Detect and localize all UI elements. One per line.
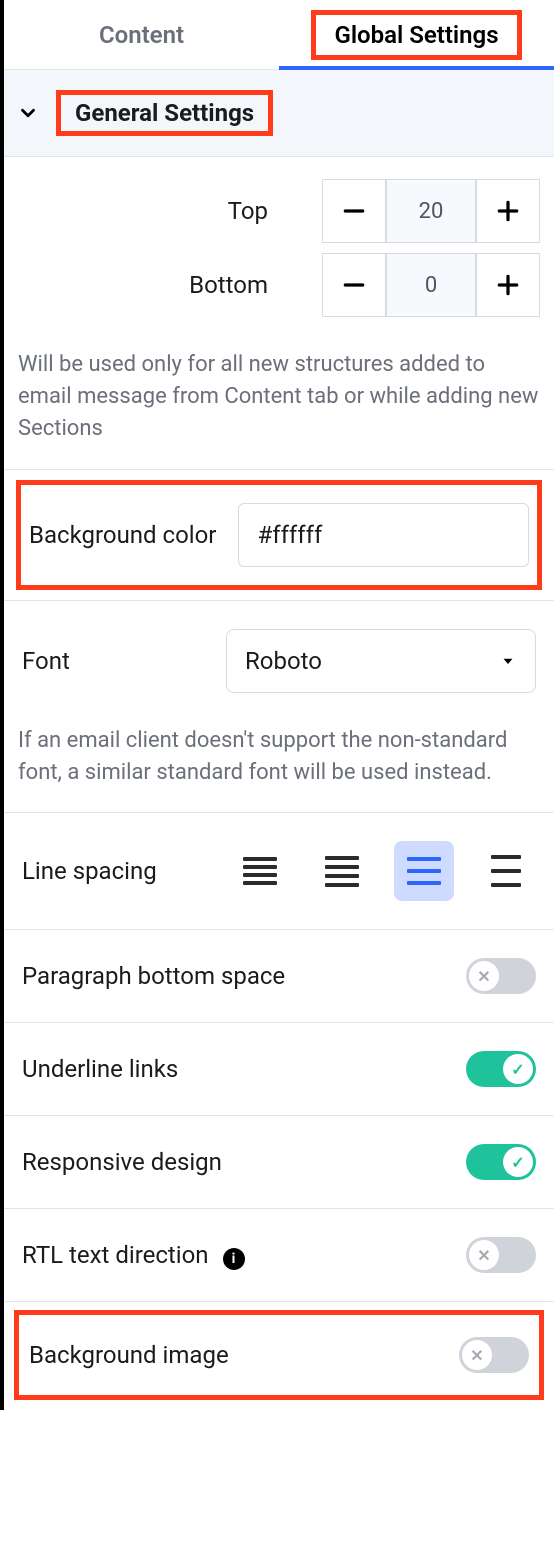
chevron-down-icon: [14, 99, 42, 127]
rtl-row: RTL text direction i ✕: [4, 1209, 554, 1301]
padding-top-row: Top 20: [18, 179, 540, 243]
line-spacing-group: [230, 841, 536, 901]
padding-bottom-increment[interactable]: [476, 253, 540, 317]
accordion-title: General Settings: [75, 99, 254, 127]
info-icon[interactable]: i: [223, 1248, 245, 1270]
line-spacing-wider[interactable]: [476, 841, 536, 901]
responsive-design-toggle[interactable]: ✓: [466, 1144, 536, 1180]
caret-down-icon: [499, 652, 517, 670]
underline-links-label: Underline links: [22, 1055, 178, 1083]
x-icon: ✕: [477, 967, 490, 986]
background-color-input[interactable]: #ffffff: [238, 503, 529, 567]
tab-global-settings-label: Global Settings: [334, 21, 498, 49]
minus-icon: [341, 272, 367, 298]
background-color-row: Background color #ffffff: [21, 485, 537, 585]
plus-icon: [495, 272, 521, 298]
rtl-label: RTL text direction i: [22, 1241, 245, 1270]
font-row: Font Roboto: [4, 601, 554, 721]
line-spacing-loose[interactable]: [394, 841, 454, 901]
paragraph-bottom-label: Paragraph bottom space: [22, 962, 285, 990]
background-image-toggle[interactable]: ✕: [459, 1337, 529, 1373]
background-image-row: Background image ✕: [19, 1315, 539, 1395]
padding-helper: Will be used only for all new structures…: [4, 345, 554, 469]
tab-content-label: Content: [99, 21, 184, 49]
padding-top-value[interactable]: 20: [386, 179, 476, 243]
accordion-general-settings[interactable]: General Settings: [4, 70, 554, 157]
paragraph-bottom-row: Paragraph bottom space ✕: [4, 930, 554, 1022]
padding-top-decrement[interactable]: [322, 179, 386, 243]
underline-links-toggle[interactable]: ✓: [466, 1051, 536, 1087]
font-label: Font: [22, 647, 70, 675]
x-icon: ✕: [470, 1346, 483, 1365]
background-image-label: Background image: [29, 1341, 229, 1369]
padding-bottom-label: Bottom: [18, 271, 318, 299]
responsive-design-label: Responsive design: [22, 1148, 222, 1176]
padding-bottom-value[interactable]: 0: [386, 253, 476, 317]
line-spacing-row: Line spacing: [4, 813, 554, 929]
padding-top-increment[interactable]: [476, 179, 540, 243]
padding-group: Top 20 Bottom 0: [4, 157, 554, 345]
rtl-toggle[interactable]: ✕: [466, 1237, 536, 1273]
responsive-design-row: Responsive design ✓: [4, 1116, 554, 1208]
font-value: Roboto: [245, 647, 322, 675]
underline-links-row: Underline links ✓: [4, 1023, 554, 1115]
padding-bottom-decrement[interactable]: [322, 253, 386, 317]
background-color-value: #ffffff: [257, 521, 322, 549]
paragraph-bottom-toggle[interactable]: ✕: [466, 958, 536, 994]
line-spacing-label: Line spacing: [22, 857, 157, 885]
font-select[interactable]: Roboto: [226, 629, 536, 693]
minus-icon: [341, 198, 367, 224]
tab-global-settings[interactable]: Global Settings: [279, 0, 554, 69]
line-spacing-tight[interactable]: [230, 841, 290, 901]
background-color-label: Background color: [29, 521, 216, 549]
tabs: Content Global Settings: [4, 0, 554, 70]
font-helper: If an email client doesn't support the n…: [4, 721, 554, 813]
tab-content[interactable]: Content: [4, 0, 279, 69]
x-icon: ✕: [477, 1246, 490, 1265]
plus-icon: [495, 198, 521, 224]
check-icon: ✓: [511, 1153, 524, 1172]
check-icon: ✓: [511, 1060, 524, 1079]
line-spacing-normal[interactable]: [312, 841, 372, 901]
padding-top-label: Top: [18, 197, 318, 225]
padding-bottom-row: Bottom 0: [18, 253, 540, 317]
